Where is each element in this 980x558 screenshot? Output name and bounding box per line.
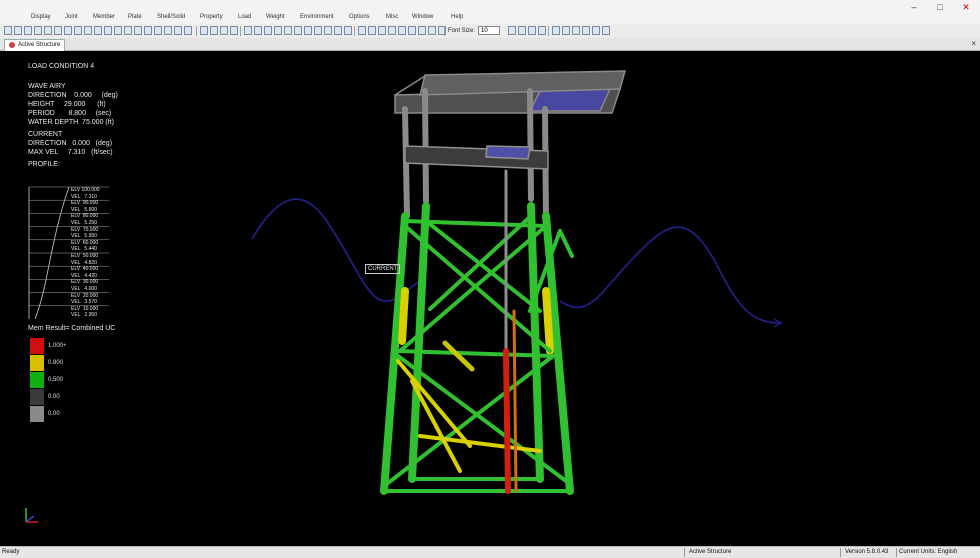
toolbar-tool-icon[interactable] <box>144 26 152 35</box>
deck-top <box>394 70 626 114</box>
toolbar-tool-icon[interactable] <box>124 26 132 35</box>
menu-weight[interactable]: Weight <box>266 14 285 20</box>
menu-member[interactable]: Member <box>93 14 115 20</box>
menu-options[interactable]: Options <box>349 14 370 20</box>
tab-active-structure[interactable]: Active Structure <box>4 39 66 51</box>
status-divider <box>684 548 685 557</box>
status-bar: Ready Active Structure Version 5.8.0.43 … <box>0 546 980 558</box>
axis-triad-icon <box>25 508 38 523</box>
menu-load[interactable]: Load <box>238 14 251 20</box>
tab-label: Active Structure <box>18 42 61 48</box>
toolbar-tool-icon[interactable] <box>230 26 238 35</box>
toolbar-tool-icon[interactable] <box>154 26 162 35</box>
toolbar-tool-icon[interactable] <box>582 26 590 35</box>
toolbar-tool-icon[interactable] <box>528 26 536 35</box>
status-active-structure: Active Structure <box>689 549 732 555</box>
toolbar-tool-icon[interactable] <box>44 26 52 35</box>
status-divider <box>896 548 897 557</box>
toolbar-tool-icon[interactable] <box>538 26 546 35</box>
toolbar-tool-icon[interactable] <box>552 26 560 35</box>
toolbar-tool-icon[interactable] <box>64 26 72 35</box>
toolbar-tool-icon[interactable] <box>14 26 22 35</box>
toolbar-tool-icon[interactable] <box>84 26 92 35</box>
menu-property[interactable]: Property <box>200 14 223 20</box>
toolbar-tool-icon[interactable] <box>508 26 516 35</box>
toolbar-tool-icon[interactable] <box>314 26 322 35</box>
toolbar-tool-icon[interactable] <box>344 26 352 35</box>
menu-display[interactable]: Display <box>31 14 51 20</box>
model-viewport[interactable]: LOAD CONDITION 4 WAVE AIRY DIRECTION 0.0… <box>0 51 980 546</box>
font-size-label: Font Size: <box>448 28 476 34</box>
toolbar-tool-icon[interactable] <box>254 26 262 35</box>
toolbar-tool-icon[interactable] <box>220 26 228 35</box>
toolbar-tool-icon[interactable] <box>174 26 182 35</box>
toolbar-separator <box>240 26 241 36</box>
maximize-button[interactable]: □ <box>928 0 952 14</box>
jacket-legs <box>380 202 574 495</box>
conductor-member <box>503 169 518 494</box>
toolbar-tool-icon[interactable] <box>398 26 406 35</box>
minimize-button[interactable]: – <box>902 0 926 14</box>
toolbar-tool-icon[interactable] <box>418 26 426 35</box>
toolbar-tool-icon[interactable] <box>184 26 192 35</box>
toolbar-tool-icon[interactable] <box>334 26 342 35</box>
toolbar-tool-icon[interactable] <box>74 26 82 35</box>
toolbar-tool-icon[interactable] <box>408 26 416 35</box>
toolbar-tool-icon[interactable] <box>24 26 32 35</box>
menu-window[interactable]: Window <box>412 14 433 20</box>
toolbar-tool-icon[interactable] <box>104 26 112 35</box>
toolbar-tool-icon[interactable] <box>164 26 172 35</box>
toolbar-separator <box>196 26 197 36</box>
toolbar-tool-icon[interactable] <box>134 26 142 35</box>
status-divider <box>840 548 841 557</box>
status-ready: Ready <box>2 549 20 555</box>
toolbar-tool-icon[interactable] <box>304 26 312 35</box>
toolbar-separator <box>354 26 355 36</box>
toolbar-tool-icon[interactable] <box>34 26 42 35</box>
close-button[interactable]: ✕ <box>954 0 978 14</box>
menu-bar: Display Joint Member Plate Shell/Solid P… <box>0 0 980 25</box>
toolbar-tool-icon[interactable] <box>54 26 62 35</box>
menu-plate[interactable]: Plate <box>128 14 142 20</box>
toolbar-tool-icon[interactable] <box>264 26 272 35</box>
toolbar-tool-icon[interactable] <box>114 26 122 35</box>
toolbar-tool-icon[interactable] <box>368 26 376 35</box>
toolbar-tool-icon[interactable] <box>572 26 580 35</box>
toolbar-tool-icon[interactable] <box>358 26 366 35</box>
tab-bar: Active Structure × <box>0 38 980 51</box>
toolbar-tool-icon[interactable] <box>378 26 386 35</box>
tab-icon <box>9 42 15 48</box>
menu-misc[interactable]: Misc <box>386 14 398 20</box>
menu-shell-solid[interactable]: Shell/Solid <box>157 14 185 20</box>
toolbar-tool-icon[interactable] <box>592 26 600 35</box>
close-tab-icon[interactable]: × <box>971 38 976 50</box>
toolbar-separator <box>548 26 549 36</box>
menu-help[interactable]: Help <box>451 14 463 20</box>
toolbar-tool-icon[interactable] <box>94 26 102 35</box>
toolbar-tool-icon[interactable] <box>284 26 292 35</box>
structure-3d-view[interactable] <box>0 51 980 546</box>
current-direction-tag: CURRENT <box>365 264 401 274</box>
toolbar: Font Size: 10 <box>0 24 980 39</box>
toolbar-tool-icon[interactable] <box>294 26 302 35</box>
status-version: Version 5.8.0.43 <box>845 549 889 555</box>
toolbar-tool-icon[interactable] <box>274 26 282 35</box>
status-units: Current Units: English <box>899 549 958 555</box>
toolbar-tool-icon[interactable] <box>388 26 396 35</box>
toolbar-tool-icon[interactable] <box>244 26 252 35</box>
toolbar-tool-icon[interactable] <box>210 26 218 35</box>
caisson <box>442 340 475 372</box>
toolbar-tool-icon[interactable] <box>324 26 332 35</box>
toolbar-tool-icon[interactable] <box>518 26 526 35</box>
menu-environment[interactable]: Environment <box>300 14 334 20</box>
toolbar-tool-icon[interactable] <box>4 26 12 35</box>
toolbar-separator <box>444 26 445 36</box>
wave-profile-curve <box>251 198 781 324</box>
toolbar-tool-icon[interactable] <box>562 26 570 35</box>
toolbar-tool-icon[interactable] <box>602 26 610 35</box>
font-size-select[interactable]: 10 <box>478 26 500 35</box>
menu-joint[interactable]: Joint <box>65 14 78 20</box>
toolbar-tool-icon[interactable] <box>428 26 436 35</box>
toolbar-tool-icon[interactable] <box>200 26 208 35</box>
